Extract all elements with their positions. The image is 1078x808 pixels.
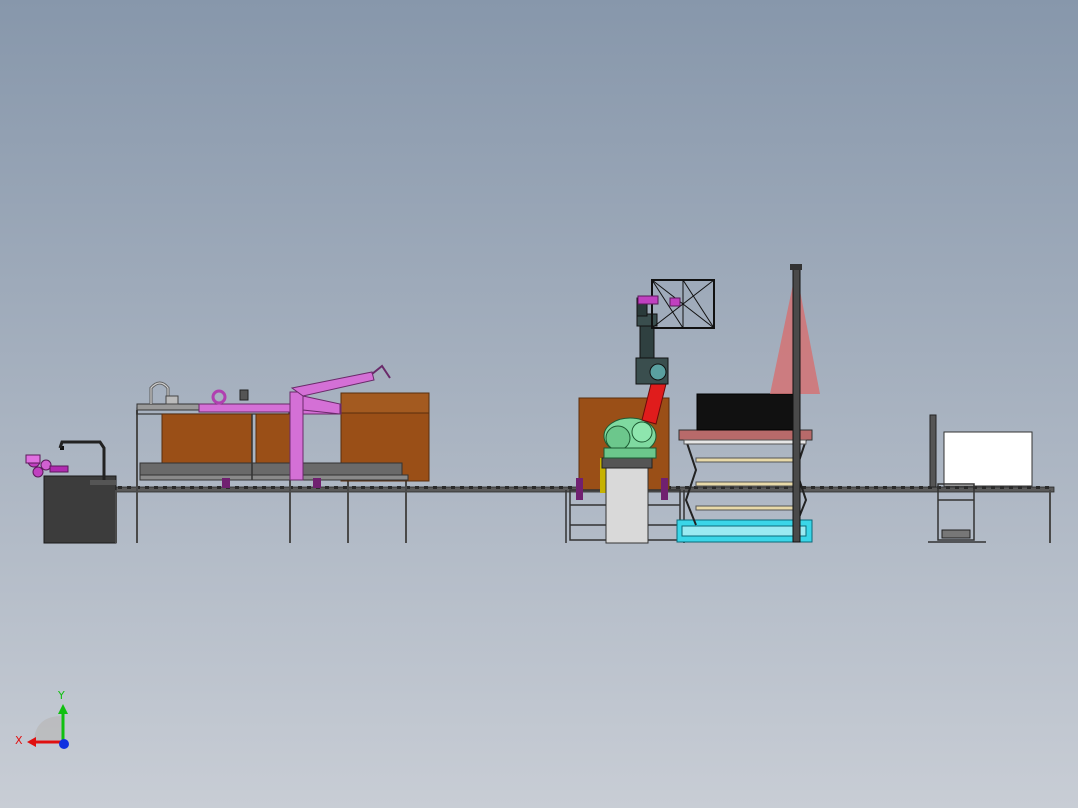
conveyor-roller [685,486,689,489]
robot-base [603,417,657,459]
conveyor-roller [217,486,221,489]
conveyor-roller [496,486,500,489]
conveyor-roller [343,486,347,489]
conveyor-roller [460,486,464,489]
left-workcell[interactable] [136,364,430,543]
lift-platform [678,429,813,441]
conveyor-roller [433,486,437,489]
conveyor-roller [298,486,302,489]
sensor-pole [792,265,801,543]
conveyor-roller [181,486,185,489]
conveyor-roller [199,486,203,489]
conveyor-roller [505,486,509,489]
conveyor-roller [307,486,311,489]
conveyor-roller [253,486,257,489]
conveyor-roller [559,486,563,489]
main-conveyor[interactable] [59,486,1055,493]
conveyor-roller [1045,486,1049,489]
conveyor-roller [190,486,194,489]
conveyor-roller [397,486,401,489]
conveyor-roller [361,486,365,489]
conveyor-roller [145,486,149,489]
conveyor-roller [838,486,842,489]
conveyor-roller [118,486,122,489]
conveyor-roller [541,486,545,489]
conveyor-roller [379,486,383,489]
conveyor-roller [442,486,446,489]
dark-base-block [43,475,117,544]
conveyor-roller [163,486,167,489]
z-axis-dot [59,739,69,749]
conveyor-roller [172,486,176,489]
conveyor-roller [811,486,815,489]
conveyor-roller [352,486,356,489]
conveyor-roller [676,486,680,489]
conveyor-roller [568,486,572,489]
white-panel [943,431,1033,487]
conveyor-roller [334,486,338,489]
conveyor-roller [892,486,896,489]
pink-ring [211,389,227,405]
conveyor-roller [820,486,824,489]
small-robot-arm [58,440,106,480]
left-loading-station[interactable] [25,440,117,544]
conveyor-roller [244,486,248,489]
x-axis-label: X [15,734,23,747]
conveyor-roller [388,486,392,489]
conveyor-roller [451,486,455,489]
robot-pedestal [605,466,649,544]
conveyor-roller [523,486,527,489]
conveyor-roller [415,486,419,489]
robot-cell[interactable] [565,279,715,544]
conveyor-roller [271,486,275,489]
conveyor-roller [208,486,212,489]
black-material-stack [696,393,796,431]
assembly-scene[interactable]: X Y [0,0,1078,808]
lift-station[interactable] [676,264,820,543]
conveyor-roller [847,486,851,489]
conveyor-roller [883,486,887,489]
conveyor-roller [856,486,860,489]
conveyor-roller [532,486,536,489]
conveyor-roller [235,486,239,489]
conveyor-roller [514,486,518,489]
y-axis-label: Y [57,689,65,702]
conveyor-roller [910,486,914,489]
conveyor-roller [424,486,428,489]
conveyor-roller [550,486,554,489]
right-station[interactable] [928,414,1051,543]
conveyor-roller [127,486,131,489]
lift-shelves [695,457,797,511]
conveyor-roller [478,486,482,489]
conveyor-roller [919,486,923,489]
conveyor-roller [901,486,905,489]
conveyor-roller [325,486,329,489]
conveyor-roller [469,486,473,489]
conveyor-roller [874,486,878,489]
conveyor-roller [370,486,374,489]
conveyor-roller [154,486,158,489]
magenta-gripper [25,454,69,478]
conveyor-roller [829,486,833,489]
conveyor-roller [1036,486,1040,489]
conveyor-roller [262,486,266,489]
cad-viewport[interactable]: X Y [0,0,1078,808]
coordinate-triad: X Y [15,689,69,749]
conveyor-roller [865,486,869,489]
conveyor-roller [487,486,491,489]
conveyor-roller [280,486,284,489]
